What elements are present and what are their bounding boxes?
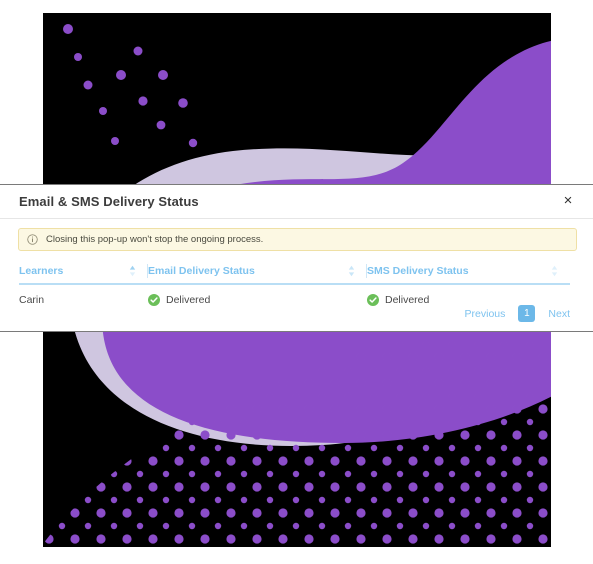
sort-ascending-icon[interactable] (129, 265, 136, 277)
modal-title: Email & SMS Delivery Status (19, 194, 199, 209)
column-header-sms-label: SMS Delivery Status (367, 265, 469, 277)
close-icon[interactable]: × (558, 191, 578, 211)
cell-learner-name: Carin (19, 294, 45, 306)
column-header-email-delivery-status[interactable]: Email Delivery Status (148, 261, 367, 285)
column-header-email-label: Email Delivery Status (148, 265, 255, 277)
cell-email-status: Delivered (148, 284, 367, 306)
pagination-previous-button[interactable]: Previous (465, 308, 506, 320)
sort-icon[interactable] (348, 265, 355, 277)
email-status-text: Delivered (166, 294, 211, 306)
delivery-status-modal: Email & SMS Delivery Status × Closing th… (0, 184, 593, 332)
modal-header: Email & SMS Delivery Status × (0, 185, 593, 219)
delivery-status-table: Learners Email Delivery Status SMS Deliv… (19, 261, 570, 306)
column-header-learners[interactable]: Learners (19, 261, 148, 285)
info-banner-text: Closing this pop-up won't stop the ongoi… (46, 234, 264, 245)
pagination-page-1-button[interactable]: 1 (518, 305, 536, 322)
check-circle-icon (148, 294, 160, 306)
pagination: Previous 1 Next (465, 305, 570, 322)
info-circle-icon (27, 234, 38, 245)
sms-status-text: Delivered (385, 294, 430, 306)
scatter-dots (63, 24, 198, 148)
table-row: Carin Delivered Delivered (19, 284, 570, 306)
info-banner: Closing this pop-up won't stop the ongoi… (18, 228, 577, 251)
column-header-learners-label: Learners (19, 265, 64, 277)
check-circle-icon (367, 294, 379, 306)
table-header-row: Learners Email Delivery Status SMS Deliv… (19, 261, 570, 285)
sort-icon[interactable] (551, 265, 558, 277)
pagination-next-button[interactable]: Next (548, 308, 570, 320)
column-header-sms-delivery-status[interactable]: SMS Delivery Status (367, 261, 570, 285)
cell-sms-status: Delivered (367, 284, 570, 306)
